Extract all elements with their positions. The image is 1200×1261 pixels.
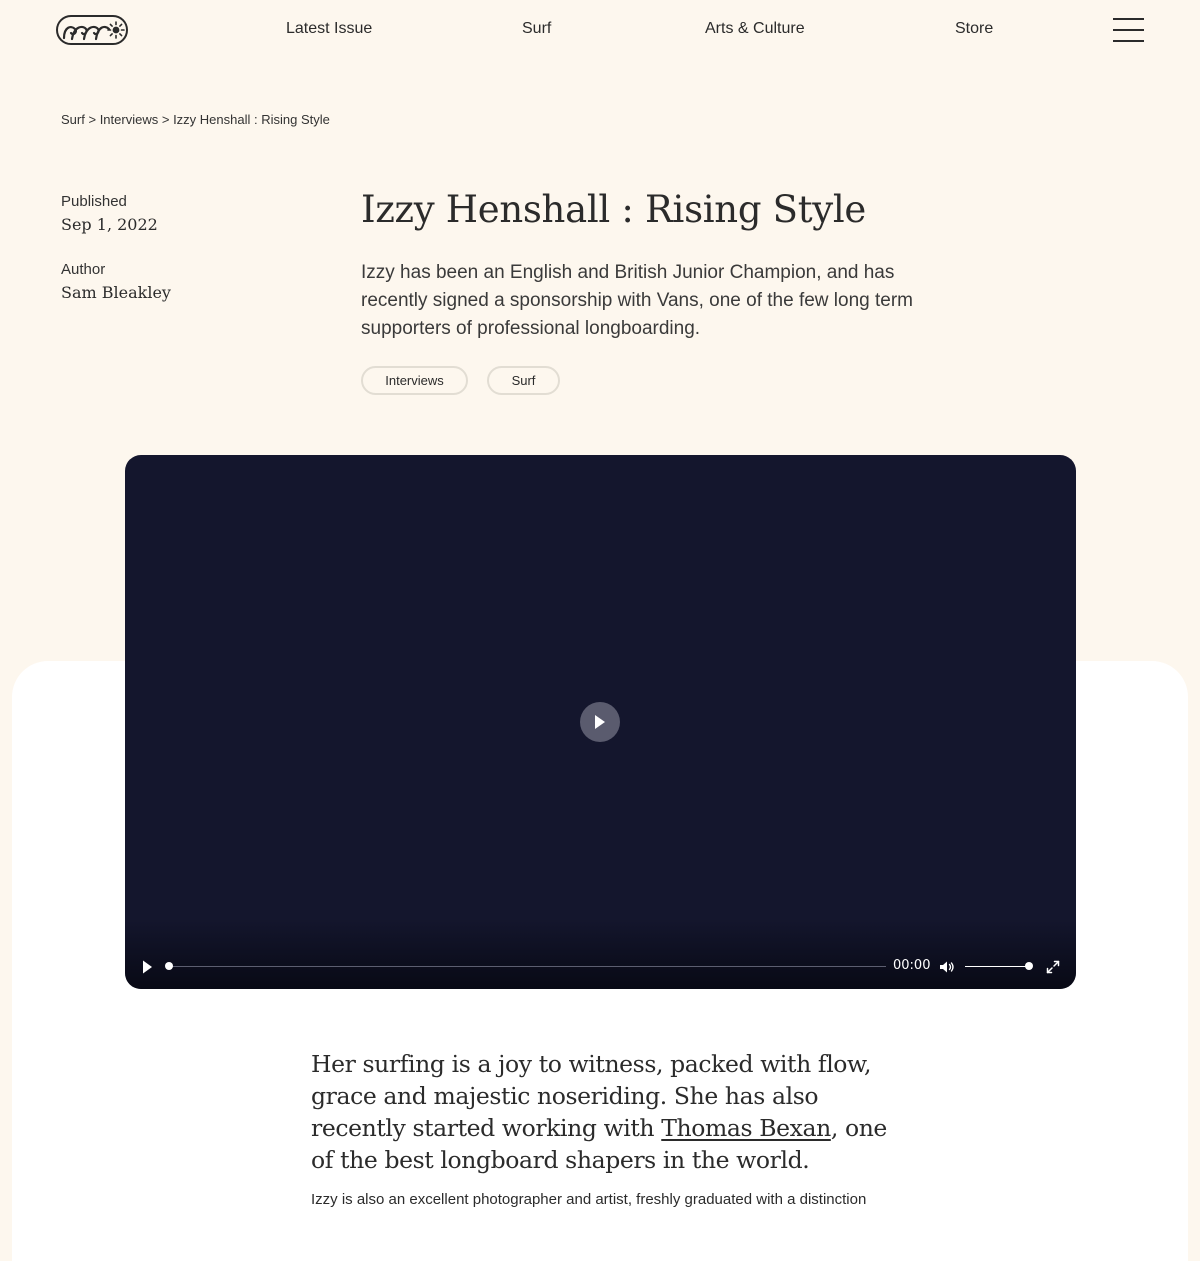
breadcrumb-separator: > bbox=[88, 112, 97, 127]
tag-interviews[interactable]: Interviews bbox=[361, 366, 468, 395]
hamburger-menu-icon[interactable] bbox=[1113, 18, 1145, 42]
play-icon bbox=[595, 715, 605, 729]
pull-quote: Her surfing is a joy to witness, packed … bbox=[311, 1048, 911, 1176]
play-icon bbox=[143, 960, 152, 974]
volume-knob[interactable] bbox=[1025, 962, 1033, 970]
published-label: Published bbox=[61, 193, 127, 210]
video-controls-gradient bbox=[125, 919, 1076, 989]
progress-knob[interactable] bbox=[165, 962, 173, 970]
tag-surf[interactable]: Surf bbox=[487, 366, 560, 395]
author-name: Sam Bleakley bbox=[61, 283, 171, 302]
control-play-button[interactable] bbox=[141, 959, 155, 975]
article-lede: Izzy has been an English and British Jun… bbox=[361, 262, 914, 339]
progress-track[interactable] bbox=[169, 966, 886, 967]
breadcrumb-separator: > bbox=[161, 112, 170, 127]
volume-slider[interactable] bbox=[965, 966, 1029, 967]
nav-surf[interactable]: Surf bbox=[522, 20, 551, 38]
site-logo[interactable] bbox=[56, 15, 128, 45]
thomas-bexan-link[interactable]: Thomas Bexan bbox=[661, 1114, 831, 1142]
nav-store[interactable]: Store bbox=[955, 20, 993, 38]
nav-arts-culture[interactable]: Arts & Culture bbox=[705, 20, 805, 38]
video-time: 00:00 bbox=[893, 958, 931, 973]
breadcrumb-surf[interactable]: Surf bbox=[61, 112, 85, 127]
video-player[interactable]: 00:00 bbox=[125, 455, 1076, 989]
breadcrumb-interviews[interactable]: Interviews bbox=[100, 112, 159, 127]
big-play-button[interactable] bbox=[580, 702, 620, 742]
author-label: Author bbox=[61, 261, 106, 278]
breadcrumb: Surf > Interviews > Izzy Henshall : Risi… bbox=[61, 112, 330, 127]
breadcrumb-current: Izzy Henshall : Rising Style bbox=[173, 112, 330, 127]
volume-icon[interactable] bbox=[939, 960, 955, 974]
fullscreen-icon[interactable] bbox=[1046, 960, 1060, 974]
published-date: Sep 1, 2022 bbox=[61, 215, 158, 234]
wave-sun-logo-icon bbox=[62, 21, 125, 41]
nav-latest-issue[interactable]: Latest Issue bbox=[286, 20, 372, 38]
article-body-paragraph: Izzy is also an excellent photographer a… bbox=[311, 1191, 867, 1208]
article-title: Izzy Henshall : Rising Style bbox=[361, 188, 867, 231]
